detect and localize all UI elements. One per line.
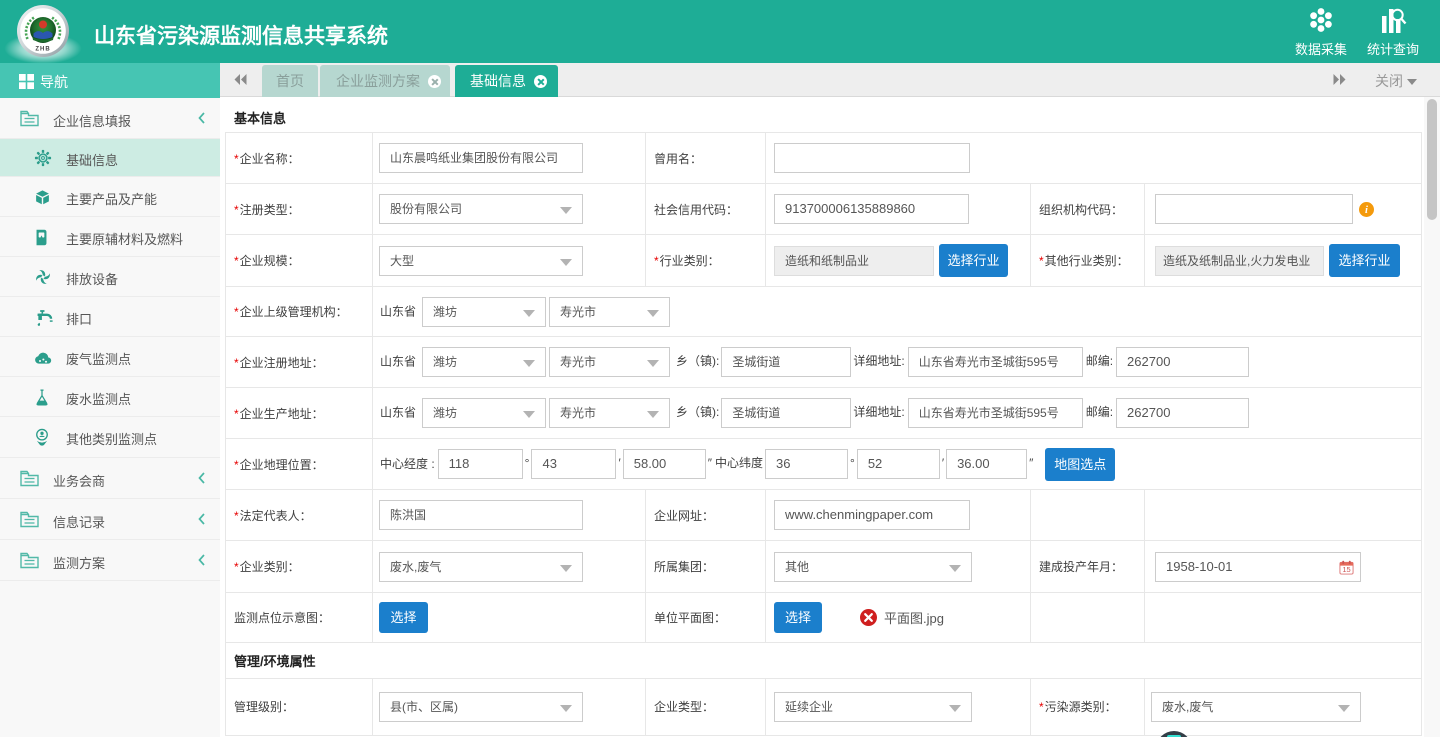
svg-text:i: i: [1365, 205, 1368, 216]
svg-text:15: 15: [1342, 565, 1350, 574]
svg-text:ZHB: ZHB: [35, 47, 50, 53]
